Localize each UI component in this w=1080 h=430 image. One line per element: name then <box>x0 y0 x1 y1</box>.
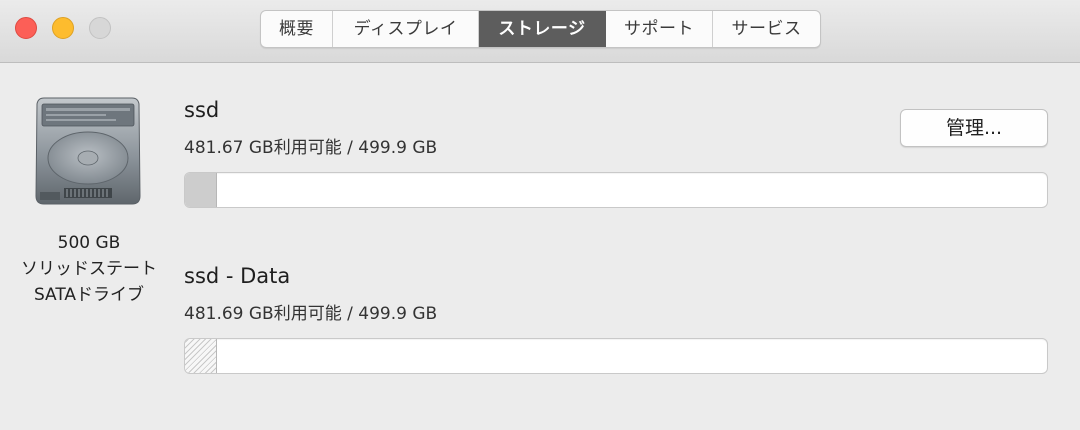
storage-used-fill <box>185 173 218 207</box>
window-titlebar: 概要 ディスプレイ ストレージ サポート サービス <box>0 0 1080 63</box>
tab-storage[interactable]: ストレージ <box>479 11 606 47</box>
volume-name-data: ssd - Data <box>184 264 291 288</box>
disk-capacity: 500 GB <box>57 233 121 253</box>
zoom-window-button <box>89 17 111 39</box>
storage-used-fill-data <box>185 339 218 373</box>
close-window-button[interactable] <box>15 17 37 39</box>
tab-overview[interactable]: 概要 <box>261 11 333 47</box>
storage-usage-bar <box>184 172 1048 208</box>
storage-usage-bar-data <box>184 338 1048 374</box>
tab-support[interactable]: サポート <box>606 11 713 47</box>
volume-availability-data: 481.69 GB利用可能 / 499.9 GB <box>184 304 438 324</box>
volume-name: ssd <box>184 98 220 122</box>
disk-type-line2: SATAドライブ <box>33 285 145 305</box>
minimize-window-button[interactable] <box>52 17 74 39</box>
hard-drive-icon <box>35 97 141 205</box>
disk-type-line1: ソリッドステート <box>21 259 157 279</box>
tab-bar: 概要 ディスプレイ ストレージ サポート サービス <box>260 10 821 48</box>
tab-displays[interactable]: ディスプレイ <box>333 11 479 47</box>
manage-button[interactable]: 管理... <box>900 109 1048 147</box>
disk-caption: 500 GB ソリッドステート SATAドライブ <box>0 230 178 308</box>
tab-service[interactable]: サービス <box>713 11 820 47</box>
volume-availability: 481.67 GB利用可能 / 499.9 GB <box>184 138 438 158</box>
